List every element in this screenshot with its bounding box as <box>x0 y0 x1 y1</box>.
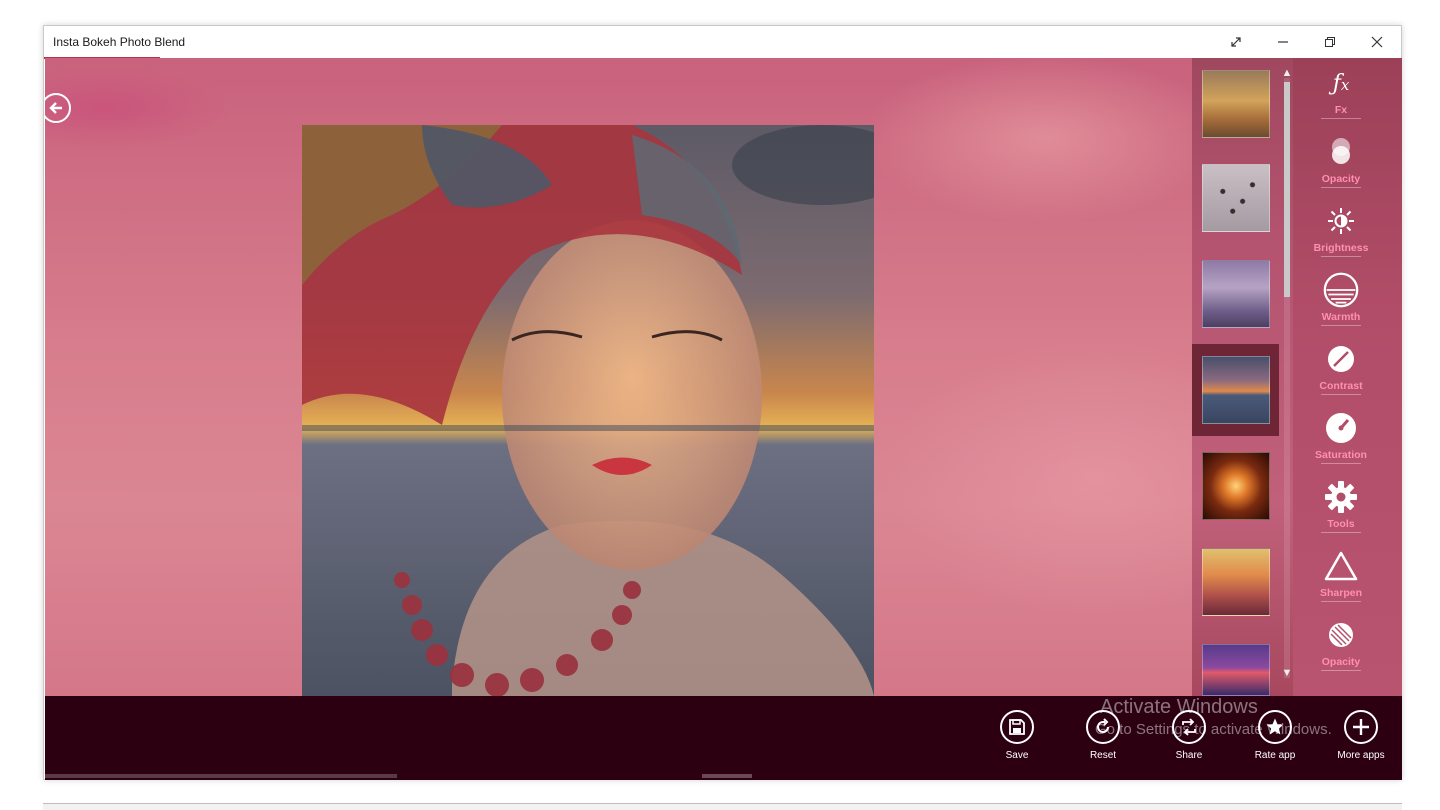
tool-label: Tools <box>1327 518 1355 530</box>
thumbnail-image <box>1201 260 1270 328</box>
opacity-stripes-icon <box>1323 617 1359 653</box>
thumbnail-item[interactable] <box>1192 440 1279 532</box>
scroll-down-arrow[interactable]: ▼ <box>1281 666 1293 680</box>
warmth-icon <box>1323 272 1359 308</box>
tool-divider <box>1321 394 1361 395</box>
tool-label: Fx <box>1334 104 1348 116</box>
triangle-icon <box>1323 548 1359 584</box>
tool-divider <box>1321 463 1361 464</box>
thumbnail-image <box>1201 70 1270 138</box>
close-icon <box>1371 36 1383 48</box>
tool-label: Sharpen <box>1319 587 1362 599</box>
reset-button[interactable]: Reset <box>1068 708 1138 768</box>
app-title: Insta Bokeh Photo Blend <box>53 35 186 49</box>
restore-icon <box>1325 37 1335 47</box>
editor-canvas[interactable] <box>45 58 1192 696</box>
thumbnail-image <box>1201 548 1270 616</box>
brightness-icon <box>1323 203 1359 239</box>
tool-divider <box>1321 670 1361 671</box>
restore-button[interactable] <box>1307 26 1353 58</box>
thumbnail-item[interactable] <box>1192 248 1279 340</box>
back-button[interactable] <box>45 93 71 123</box>
reset-icon <box>1086 710 1120 744</box>
background-window-edge <box>43 803 1402 810</box>
plus-icon <box>1344 710 1378 744</box>
tool-label: Opacity <box>1321 656 1361 668</box>
minimize-button[interactable] <box>1260 26 1306 58</box>
tool-divider <box>1321 187 1361 188</box>
tool-label: Saturation <box>1315 449 1367 461</box>
tool-opacity-2[interactable]: Opacity <box>1293 612 1402 681</box>
bottom-app-bar: Save Reset Share Rate app More apps <box>45 696 1402 780</box>
gear-icon <box>1323 479 1359 515</box>
tool-divider <box>1321 601 1361 602</box>
tool-sharpen[interactable]: Sharpen <box>1293 543 1402 612</box>
tool-tools[interactable]: Tools <box>1293 474 1402 543</box>
fx-icon: ƒx <box>1332 70 1350 96</box>
tool-warmth[interactable]: Warmth <box>1293 267 1402 336</box>
save-icon <box>1000 710 1034 744</box>
back-arrow-icon <box>49 102 62 114</box>
tool-label: Brightness <box>1313 242 1369 254</box>
minimize-icon <box>1278 41 1288 43</box>
opacity-icon <box>1323 134 1359 170</box>
tool-divider <box>1321 118 1361 119</box>
tool-fx[interactable]: ƒx Fx <box>1293 60 1402 129</box>
thumbnail-item[interactable] <box>1192 152 1279 244</box>
tool-label: Opacity <box>1321 173 1361 185</box>
tool-label: Warmth <box>1321 311 1361 323</box>
blended-photo[interactable] <box>302 125 874 696</box>
close-button[interactable] <box>1354 26 1400 58</box>
button-label: Reset <box>1089 750 1117 761</box>
thumbnail-item[interactable] <box>1192 536 1279 628</box>
background-thumbnail-strip: ▲ ▼ <box>1192 58 1293 696</box>
rate-app-button[interactable]: Rate app <box>1240 708 1310 768</box>
app-window: Insta Bokeh Photo Blend ▲ ▼ ƒx Fx Opacit… <box>43 25 1402 780</box>
more-apps-button[interactable]: More apps <box>1326 708 1396 768</box>
thumbnail-image <box>1201 356 1270 424</box>
bottom-scroll-indicator <box>702 774 752 778</box>
expand-button[interactable] <box>1213 26 1259 58</box>
share-icon <box>1172 710 1206 744</box>
save-button[interactable]: Save <box>982 708 1052 768</box>
thumbnail-image <box>1201 164 1270 232</box>
button-label: Rate app <box>1254 750 1296 761</box>
tool-divider <box>1321 325 1361 326</box>
title-bar: Insta Bokeh Photo Blend <box>44 26 1401 59</box>
thumbnail-scrollbar[interactable]: ▲ ▼ <box>1281 58 1293 696</box>
thumbnail-item[interactable] <box>1192 632 1279 696</box>
thumbnail-item-selected[interactable] <box>1192 344 1279 436</box>
thumbnail-image <box>1201 452 1270 520</box>
adjustment-tool-panel: ƒx Fx Opacity Brightness Warmth Contrast… <box>1293 58 1402 696</box>
thumbnail-image <box>1201 644 1270 696</box>
saturation-icon <box>1323 410 1359 446</box>
expand-icon <box>1231 37 1241 47</box>
tool-contrast[interactable]: Contrast <box>1293 336 1402 405</box>
portrait-image <box>302 125 874 696</box>
button-label: Save <box>1005 750 1029 761</box>
contrast-icon <box>1323 341 1359 377</box>
scroll-thumb[interactable] <box>1284 82 1290 297</box>
share-button[interactable]: Share <box>1154 708 1224 768</box>
button-label: More apps <box>1337 750 1385 761</box>
tool-divider <box>1321 256 1361 257</box>
tool-saturation[interactable]: Saturation <box>1293 405 1402 474</box>
tool-label: Contrast <box>1319 380 1363 392</box>
thumbnail-item[interactable] <box>1192 58 1279 150</box>
button-label: Share <box>1175 750 1203 761</box>
tool-brightness[interactable]: Brightness <box>1293 198 1402 267</box>
star-icon <box>1258 710 1292 744</box>
tool-opacity[interactable]: Opacity <box>1293 129 1402 198</box>
tool-divider <box>1321 532 1361 533</box>
bottom-scroll-indicator <box>45 774 397 778</box>
